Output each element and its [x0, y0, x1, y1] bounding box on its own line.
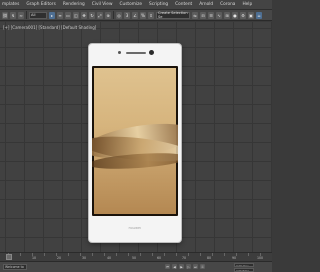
timeline[interactable]: 0 10 20 30 40 50 60 70 80 90 100	[0, 252, 272, 262]
render-icon[interactable]: ☕	[256, 11, 262, 19]
phone-model[interactable]: HUAWEI	[89, 44, 181, 242]
menu-item-corona[interactable]: Corona	[220, 2, 235, 7]
tick-label: 80	[207, 256, 212, 260]
window-crossing-icon[interactable]: ◫	[73, 11, 79, 19]
select-icon[interactable]: ▸	[49, 11, 55, 19]
angle-snap-icon[interactable]: ∠	[132, 11, 138, 19]
align-icon[interactable]: ⊟	[200, 11, 206, 19]
link-icon[interactable]: ⛓	[2, 11, 8, 19]
selection-filter-dropdown[interactable]: All	[29, 11, 47, 19]
tick-label: 90	[232, 256, 237, 260]
named-selection-set[interactable]: Create Selection Se	[156, 11, 190, 19]
brand-logo: HUAWEI	[128, 227, 142, 230]
tick-label: 50	[132, 256, 137, 260]
prev-frame-icon[interactable]: ◀	[172, 264, 177, 269]
phone-bottom-bezel: HUAWEI	[89, 218, 181, 242]
pivot-icon[interactable]: ◎	[116, 11, 122, 19]
next-frame-icon[interactable]: ▷	[186, 264, 191, 269]
tick-label: 100	[257, 256, 264, 260]
status-bar: Welcome to ⏮ ◀ ▶ ▷ ⏭ ⚿ Auto Key Add Time…	[0, 261, 272, 272]
main-toolbar: ⛓ ↯ ≈ All ▸ ≡ ▭ ◫ ✥ ↻ ⤢ ⊕ ◎ 3 ∠ % ⇕ Crea…	[0, 10, 272, 21]
time-slider-handle[interactable]	[6, 254, 12, 260]
menu-item-scripting[interactable]: Scripting	[149, 2, 168, 7]
viewport[interactable]: [+] [Camera001] [Standard] [Default Shad…	[0, 22, 272, 252]
maxscript-listener[interactable]: Welcome to	[3, 264, 27, 270]
snap-icon[interactable]: 3	[124, 11, 130, 19]
speaker-grille	[126, 52, 146, 54]
playback-controls: ⏮ ◀ ▶ ▷ ⏭ ⚿	[165, 264, 205, 269]
render-frame-icon[interactable]: ▣	[248, 11, 254, 19]
viewport-label[interactable]: [+] [Camera001] [Standard] [Default Shad…	[3, 25, 96, 30]
scale-icon[interactable]: ⤢	[97, 11, 103, 19]
menu-item-rendering[interactable]: Rendering	[63, 2, 85, 7]
toolbar-divider	[113, 11, 114, 19]
material-editor-icon[interactable]: ●	[232, 11, 238, 19]
phone-top-bezel	[89, 44, 181, 64]
go-to-end-icon[interactable]: ⏭	[193, 264, 198, 269]
menu-item-arnold[interactable]: Arnold	[199, 2, 213, 7]
rect-select-icon[interactable]: ▭	[65, 11, 71, 19]
phone-screen	[92, 66, 178, 216]
menu-item-civil-view[interactable]: Civil View	[92, 2, 113, 7]
bind-icon[interactable]: ≈	[18, 11, 24, 19]
layers-icon[interactable]: ☰	[208, 11, 214, 19]
tick-label: 20	[57, 256, 62, 260]
unlink-icon[interactable]: ↯	[10, 11, 16, 19]
menu-bar: mplates Graph Editors Rendering Civil Vi…	[0, 0, 272, 10]
wallpaper-image	[92, 68, 178, 214]
select-by-name-icon[interactable]: ≡	[57, 11, 63, 19]
tick-label: 10	[32, 256, 37, 260]
menu-item-graph-editors[interactable]: Graph Editors	[26, 2, 56, 7]
sensor-icon	[118, 51, 121, 54]
menu-item-templates[interactable]: mplates	[2, 2, 19, 7]
front-camera-icon	[149, 50, 154, 55]
key-mode-icon[interactable]: ⚿	[200, 264, 205, 269]
time-tag-field[interactable]: Add Time Tag	[234, 268, 254, 272]
tick-label: 40	[107, 256, 112, 260]
place-icon[interactable]: ⊕	[105, 11, 111, 19]
move-icon[interactable]: ✥	[81, 11, 87, 19]
spinner-snap-icon[interactable]: ⇕	[148, 11, 154, 19]
percent-snap-icon[interactable]: %	[140, 11, 146, 19]
render-setup-icon[interactable]: ⚙	[240, 11, 246, 19]
toolbar-divider	[26, 11, 27, 19]
menu-item-content[interactable]: Content	[175, 2, 192, 7]
schematic-icon[interactable]: ⊞	[224, 11, 230, 19]
tick-label: 70	[182, 256, 187, 260]
menu-item-customize[interactable]: Customize	[119, 2, 142, 7]
tick-label: 30	[82, 256, 87, 260]
mirror-icon[interactable]: ⇋	[192, 11, 198, 19]
menu-item-help[interactable]: Help	[242, 2, 252, 7]
rotate-icon[interactable]: ↻	[89, 11, 95, 19]
auto-key-field[interactable]: Auto Key	[234, 263, 254, 267]
play-icon[interactable]: ▶	[179, 264, 184, 269]
curve-editor-icon[interactable]: ∿	[216, 11, 222, 19]
go-to-start-icon[interactable]: ⏮	[165, 264, 170, 269]
tick-label: 60	[157, 256, 162, 260]
